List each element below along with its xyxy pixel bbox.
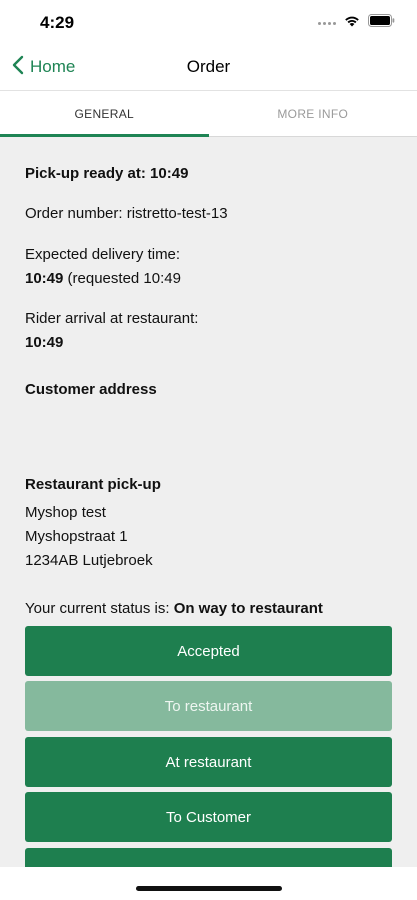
accepted-button[interactable]: Accepted	[25, 626, 392, 676]
status-label: Your current status is:	[25, 600, 174, 617]
restaurant-street: Myshopstraat 1	[25, 528, 128, 545]
pickup-ready-line: Pick-up ready at: 10:49	[25, 162, 188, 186]
expected-delivery-time: 10:49	[25, 270, 64, 287]
restaurant-name: Myshop test	[25, 504, 106, 521]
to-customer-button[interactable]: To Customer	[25, 792, 392, 842]
pickup-ready-label: Pick-up ready at:	[25, 165, 151, 182]
battery-icon	[368, 14, 395, 32]
cellular-signal-icon	[318, 21, 336, 25]
tab-general[interactable]: GENERAL	[0, 91, 209, 137]
next-status-button[interactable]	[25, 848, 392, 867]
order-details: Pick-up ready at: 10:49 Order number: ri…	[0, 137, 417, 867]
order-number-value: ristretto-test-13	[126, 205, 228, 222]
rider-arrival-time: 10:49	[25, 334, 64, 351]
status-time: 4:29	[40, 13, 75, 32]
rider-arrival-label: Rider arrival at restaurant:	[25, 310, 199, 327]
current-status-line: Your current status is: On way to restau…	[25, 597, 323, 621]
wifi-icon	[344, 14, 360, 32]
at-restaurant-button[interactable]: At restaurant	[25, 737, 392, 787]
customer-address-heading: Customer address	[25, 381, 157, 398]
expected-delivery-line: 10:49 (requested 10:49	[25, 267, 181, 291]
status-bar: 4:29	[0, 0, 417, 44]
restaurant-city: 1234AB Lutjebroek	[25, 552, 153, 569]
page-title: Order	[186, 57, 231, 76]
order-number-label: Order number:	[25, 205, 127, 222]
tab-bar: GENERAL MORE INFO	[0, 90, 417, 137]
pickup-ready-time: 10:49	[150, 165, 189, 182]
home-indicator[interactable]	[136, 886, 282, 891]
status-value: On way to restaurant	[173, 600, 323, 617]
home-indicator-area	[0, 867, 417, 900]
navigation-bar: Home Order	[0, 44, 417, 90]
expected-delivery-requested: (requested 10:49	[63, 270, 181, 287]
expected-delivery-label: Expected delivery time:	[25, 246, 181, 263]
status-icons	[318, 14, 395, 32]
order-number-line: Order number: ristretto-test-13	[25, 202, 228, 226]
restaurant-pickup-heading: Restaurant pick-up	[25, 476, 161, 493]
to-restaurant-button: To restaurant	[25, 681, 392, 731]
tab-more-info[interactable]: MORE INFO	[209, 91, 417, 136]
